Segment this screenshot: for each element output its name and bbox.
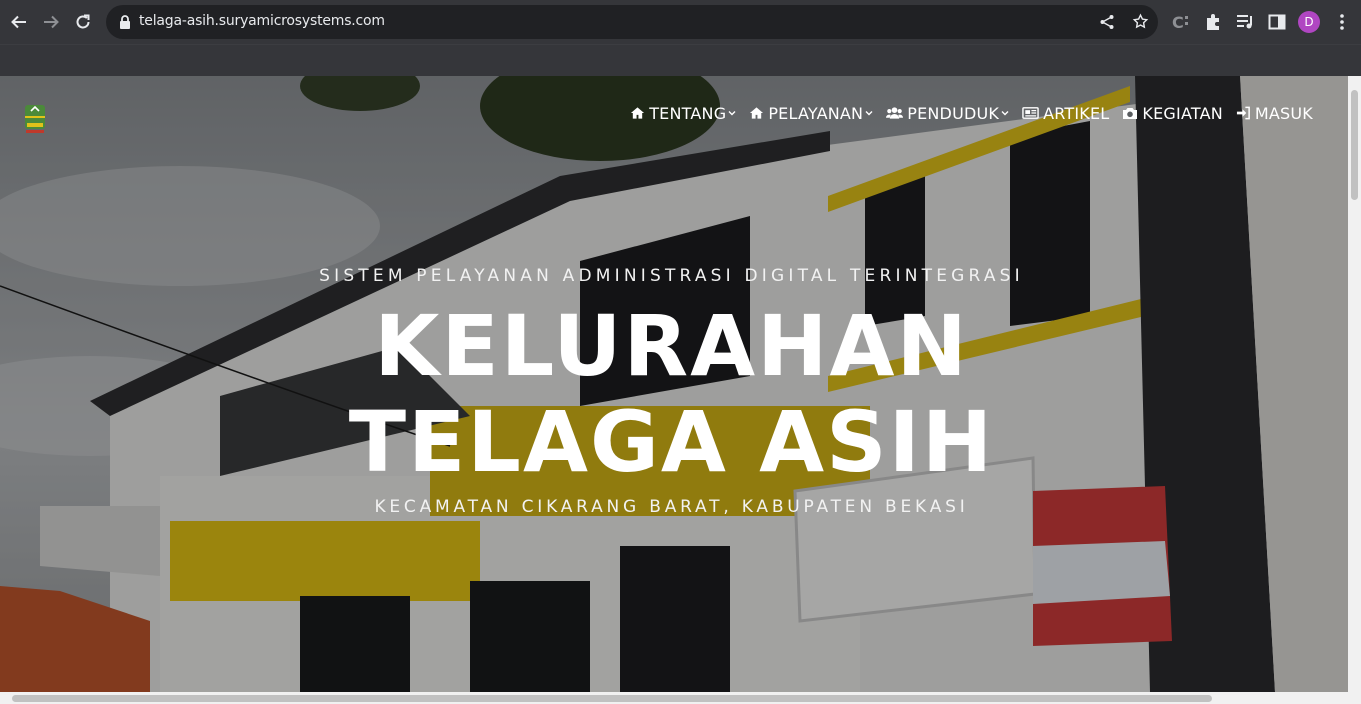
browser-toolbar: telaga-asih.suryamicrosystems.com C D: [0, 0, 1361, 44]
media-queue-icon[interactable]: [1235, 12, 1255, 32]
nav-penduduk[interactable]: PENDUDUK: [886, 103, 1009, 123]
nav-masuk-label: MASUK: [1254, 103, 1313, 123]
bookmarks-bar: [0, 44, 1361, 76]
nav-masuk[interactable]: MASUK: [1236, 103, 1313, 123]
chevron-down-icon: [1001, 111, 1009, 116]
forward-button[interactable]: [35, 6, 67, 38]
svg-text:C: C: [1172, 13, 1184, 32]
chevron-down-icon: [728, 111, 736, 116]
kebab-menu-icon[interactable]: [1332, 12, 1352, 32]
nav-penduduk-label: PENDUDUK: [907, 103, 1000, 123]
hero-title-line1: KELURAHAN: [374, 297, 969, 395]
share-icon[interactable]: [1099, 14, 1115, 30]
extension-c-icon[interactable]: C: [1171, 12, 1191, 32]
hero-title-line2: TELAGA ASIH: [348, 393, 995, 491]
users-icon: [886, 107, 904, 119]
sign-in-icon: [1236, 106, 1250, 120]
nav-tentang[interactable]: TENTANG: [630, 103, 736, 123]
address-bar[interactable]: telaga-asih.suryamicrosystems.com: [106, 5, 1158, 39]
profile-avatar[interactable]: D: [1298, 11, 1320, 33]
side-panel-icon[interactable]: [1267, 12, 1287, 32]
vertical-scrollbar-thumb[interactable]: [1351, 90, 1358, 200]
nav-tentang-label: TENTANG: [649, 103, 727, 123]
browser-chrome: telaga-asih.suryamicrosystems.com C D: [0, 0, 1361, 76]
url-text[interactable]: telaga-asih.suryamicrosystems.com: [139, 13, 385, 29]
hero-eyebrow: SISTEM PELAYANAN ADMINISTRASI DIGITAL TE…: [319, 266, 1024, 286]
camera-icon: [1123, 108, 1138, 119]
nav-artikel[interactable]: ARTIKEL: [1022, 103, 1109, 123]
site-navbar: TENTANG PELAYANAN PENDUDUK ARTIKEL KEGIA…: [630, 103, 1313, 123]
lock-icon[interactable]: [118, 14, 132, 30]
horizontal-scrollbar-thumb[interactable]: [12, 695, 1212, 702]
nav-pelayanan-label: PELAYANAN: [768, 103, 864, 123]
reload-button[interactable]: [67, 6, 99, 38]
hero-subtitle: KECAMATAN CIKARANG BARAT, KABUPATEN BEKA…: [374, 497, 969, 517]
reload-icon: [76, 14, 90, 29]
hero-title: KELURAHAN TELAGA ASIH: [0, 298, 1343, 490]
page-viewport: TENTANG PELAYANAN PENDUDUK ARTIKEL KEGIA…: [0, 76, 1348, 692]
vertical-scrollbar[interactable]: [1348, 76, 1361, 692]
nav-kegiatan[interactable]: KEGIATAN: [1122, 103, 1223, 123]
horizontal-scrollbar[interactable]: [0, 692, 1361, 704]
puzzle-icon[interactable]: [1204, 12, 1224, 32]
arrow-left-icon: [11, 15, 26, 29]
chevron-down-icon: [865, 111, 873, 116]
home-icon: [631, 107, 645, 119]
newspaper-icon: [1022, 107, 1039, 119]
home-icon: [750, 107, 764, 119]
site-logo[interactable]: [22, 103, 48, 135]
nav-kegiatan-label: KEGIATAN: [1142, 103, 1223, 123]
nav-pelayanan[interactable]: PELAYANAN: [749, 103, 873, 123]
arrow-right-icon: [44, 15, 59, 29]
back-button[interactable]: [3, 6, 35, 38]
bookmark-star-icon[interactable]: [1132, 13, 1149, 30]
nav-artikel-label: ARTIKEL: [1043, 103, 1110, 123]
